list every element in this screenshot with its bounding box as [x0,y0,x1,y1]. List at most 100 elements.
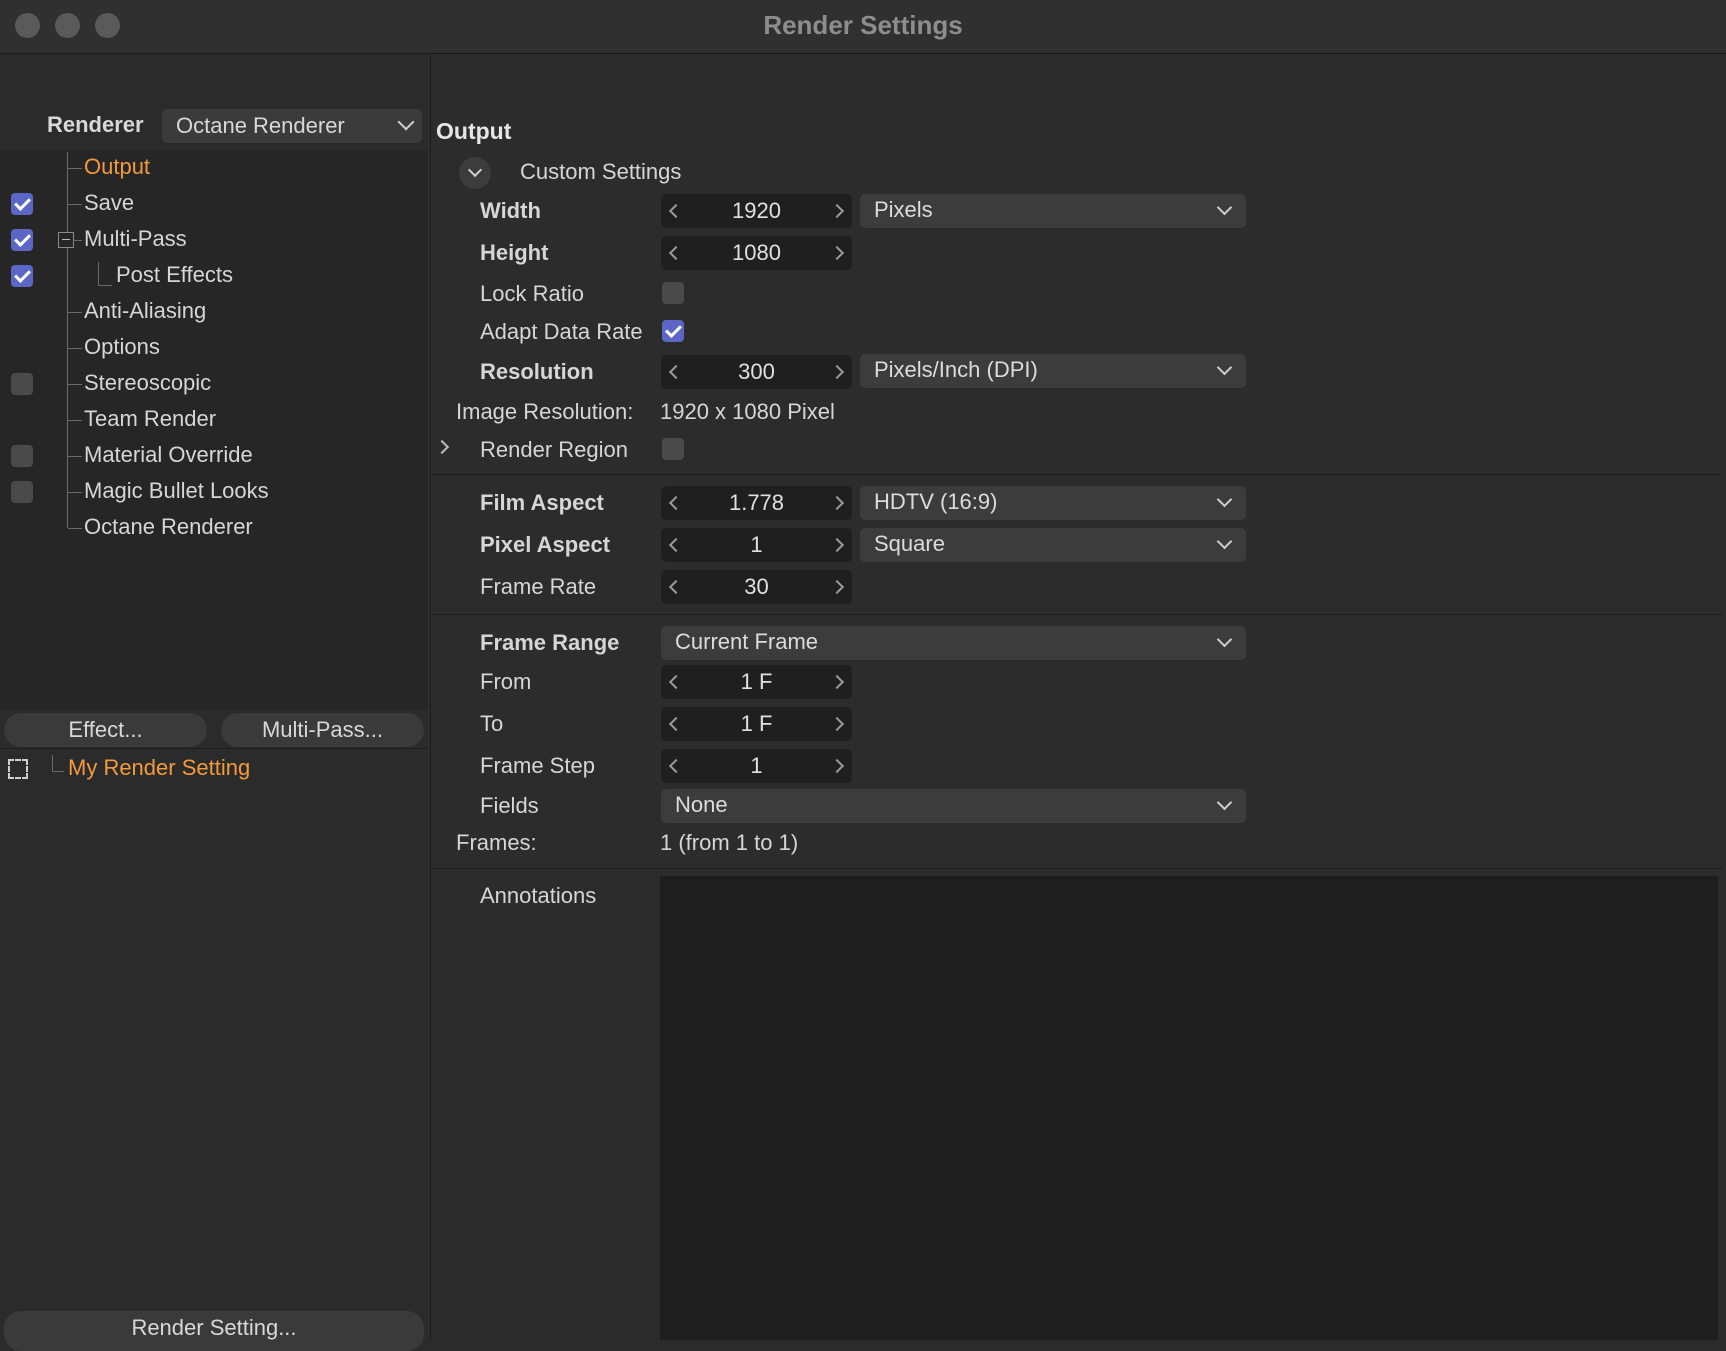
section-title: Output [436,118,512,144]
post-effects-checkbox[interactable] [11,265,33,287]
tree-item-magic-bullet-looks[interactable]: Magic Bullet Looks [0,474,428,510]
frame-rate-label: Frame Rate [480,574,597,599]
width-unit-dropdown[interactable]: Pixels [860,194,1246,228]
from-label: From [480,669,532,694]
film-aspect-label: Film Aspect [480,490,604,515]
material-override-checkbox[interactable] [11,445,33,467]
image-resolution-value: 1920 x 1080 Pixel [660,399,835,424]
chevron-down-icon [1216,533,1233,550]
chevron-down-icon [1216,794,1233,811]
divider [432,614,1722,615]
from-field[interactable]: 1 F [661,665,852,699]
adapt-data-rate-checkbox[interactable] [662,320,684,342]
tree-item-stereoscopic[interactable]: Stereoscopic [0,366,428,402]
tree-item-multi-pass[interactable]: Multi-Pass [0,222,428,258]
film-aspect-value: 1.778 [728,490,785,515]
film-aspect-field[interactable]: 1.778 [661,486,852,520]
frame-range-label: Frame Range [480,630,620,655]
increment-icon[interactable] [829,245,845,261]
increment-icon[interactable] [829,203,845,219]
increment-icon[interactable] [829,674,845,690]
settings-tree: Output Save Multi-Pass Post Effects Anti… [0,150,428,710]
collapse-icon[interactable] [58,232,74,248]
divider [432,474,1722,475]
render-region-checkbox[interactable] [662,438,684,460]
resolution-unit-value: Pixels/Inch (DPI) [874,357,1038,382]
width-field[interactable]: 1920 [661,194,852,228]
tree-item-label: Stereoscopic [84,370,212,395]
frame-step-label: Frame Step [480,753,595,778]
tree-item-label: Post Effects [116,262,233,287]
fields-value: None [675,792,728,817]
render-setting-preset[interactable]: My Render Setting [68,755,250,781]
height-value: 1080 [732,240,781,265]
frame-step-value: 1 [750,753,763,778]
increment-icon[interactable] [829,364,845,380]
increment-icon[interactable] [829,495,845,511]
pixel-aspect-field[interactable]: 1 [661,528,852,562]
pixel-aspect-preset: Square [874,531,945,556]
increment-icon[interactable] [829,758,845,774]
tree-item-label: Team Render [84,406,217,431]
custom-settings-label: Custom Settings [520,159,682,184]
resolution-unit-dropdown[interactable]: Pixels/Inch (DPI) [860,354,1246,388]
image-resolution-label: Image Resolution: [456,399,634,424]
from-value: 1 F [740,669,773,694]
increment-icon[interactable] [829,716,845,732]
frame-range-value: Current Frame [675,629,819,654]
frame-step-field[interactable]: 1 [661,749,852,783]
tree-item-label: Magic Bullet Looks [84,478,269,503]
tree-item-material-override[interactable]: Material Override [0,438,428,474]
chevron-down-icon [1216,491,1233,508]
height-field[interactable]: 1080 [661,236,852,270]
chevron-down-icon [1216,359,1233,376]
frame-rate-field[interactable]: 30 [661,570,852,604]
multi-pass-button[interactable]: Multi-Pass... [221,713,424,747]
annotations-label: Annotations [480,883,597,908]
renderer-dropdown[interactable]: Octane Renderer [162,109,422,143]
pixel-aspect-value: 1 [750,532,763,557]
divider [0,748,428,749]
tree-item-label: Multi-Pass [84,226,187,251]
width-value: 1920 [732,198,781,223]
multi-pass-checkbox[interactable] [11,229,33,251]
film-aspect-preset: HDTV (16:9) [874,489,998,514]
tree-item-team-render[interactable]: Team Render [0,402,428,438]
to-field[interactable]: 1 F [661,707,852,741]
resolution-field[interactable]: 300 [661,355,852,389]
tree-item-label: Octane Renderer [84,514,253,539]
chevron-down-icon[interactable] [459,157,491,189]
pixel-aspect-dropdown[interactable]: Square [860,528,1246,562]
frame-range-dropdown[interactable]: Current Frame [661,626,1246,660]
divider [432,868,1722,869]
fields-dropdown[interactable]: None [661,789,1246,823]
save-checkbox[interactable] [11,193,33,215]
tree-item-output[interactable]: Output [0,150,428,186]
render-settings-window: Render Settings Renderer Octane Renderer… [0,0,1726,1351]
tree-item-save[interactable]: Save [0,186,428,222]
tree-item-options[interactable]: Options [0,330,428,366]
renderer-value: Octane Renderer [176,113,345,138]
increment-icon[interactable] [829,579,845,595]
film-aspect-dropdown[interactable]: HDTV (16:9) [860,486,1246,520]
render-setting-button[interactable]: Render Setting... [4,1311,424,1351]
tree-item-post-effects[interactable]: Post Effects [0,258,428,294]
frames-label: Frames: [456,830,537,855]
tree-item-anti-aliasing[interactable]: Anti-Aliasing [0,294,428,330]
lock-ratio-checkbox[interactable] [662,282,684,304]
tree-item-octane-renderer[interactable]: Octane Renderer [0,510,428,546]
magic-bullet-looks-checkbox[interactable] [11,481,33,503]
height-label: Height [480,240,549,265]
to-label: To [480,711,504,736]
resolution-label: Resolution [480,359,594,384]
render-region-label: Render Region [480,437,628,462]
fields-label: Fields [480,793,539,818]
adapt-data-rate-label: Adapt Data Rate [480,319,643,344]
effect-button[interactable]: Effect... [4,713,207,747]
pixel-aspect-label: Pixel Aspect [480,532,611,557]
chevron-down-icon [397,113,415,131]
increment-icon[interactable] [829,537,845,553]
tree-item-label: Options [84,334,160,359]
stereoscopic-checkbox[interactable] [11,373,33,395]
annotations-textarea[interactable] [660,876,1718,1340]
